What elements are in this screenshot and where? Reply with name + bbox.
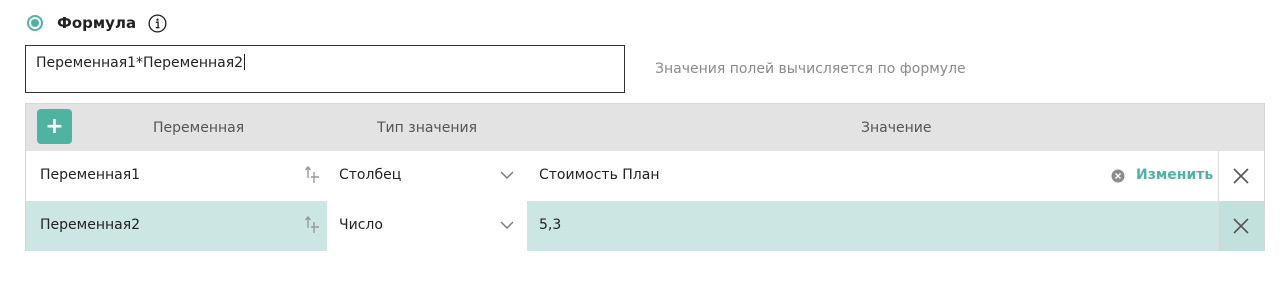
type-value: Столбец [339,167,402,183]
close-icon [1233,168,1249,184]
formula-option[interactable]: Формула [27,12,167,34]
column-header-value: Значение [861,120,932,136]
type-select[interactable]: Число [327,201,527,251]
sort-icon[interactable] [304,166,320,184]
type-value: Число [339,217,383,233]
add-variable-button[interactable]: + [37,109,72,144]
variables-table: + Переменная Тип значения Значение Перем… [25,103,1265,251]
formula-input[interactable]: Переменная1*Переменная2 [25,45,625,93]
column-header-variable: Переменная [153,120,245,136]
value-text: Стоимость План [539,167,660,183]
chevron-down-icon [500,171,514,179]
text-caret [244,54,246,70]
close-icon [1233,218,1249,234]
delete-row-button[interactable] [1218,201,1264,251]
chevron-down-icon [500,221,514,229]
value-text[interactable]: 5,3 [539,217,561,233]
change-link[interactable]: Изменить [1136,167,1213,183]
column-header-type: Тип значения [377,120,477,136]
radio-dot [31,19,39,27]
formula-value: Переменная1*Переменная2 [36,55,244,71]
variable-name: Переменная1 [40,167,141,183]
variable-name: Переменная2 [40,217,141,233]
table-header: + Переменная Тип значения Значение [26,104,1264,151]
formula-title: Формула [57,14,137,32]
clear-icon[interactable] [1111,169,1125,183]
type-select[interactable]: Столбец [327,151,527,201]
formula-hint: Значения полей вычисляется по формуле [655,61,966,77]
delete-row-button[interactable] [1218,151,1264,201]
table-row[interactable]: Переменная1 Столбец Стоимость План Измен… [26,151,1264,201]
table-row[interactable]: Переменная2 Число 5,3 [26,201,1264,251]
info-icon[interactable] [148,13,167,33]
formula-radio[interactable] [27,15,43,31]
sort-icon[interactable] [304,216,320,234]
